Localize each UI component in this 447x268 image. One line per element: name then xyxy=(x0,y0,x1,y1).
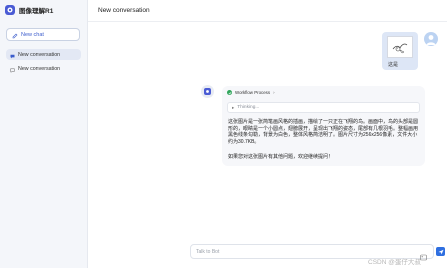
conversation-item[interactable]: New conversation xyxy=(6,63,81,74)
bot-avatar xyxy=(201,85,214,98)
conversation-label: New conversation xyxy=(18,51,61,58)
chat-bubble-icon xyxy=(10,60,15,78)
workflow-process-toggle[interactable]: Workflow Process › xyxy=(227,90,275,95)
answer-paragraph: 如果您对这张图片有其他问题，欢迎继续提问！ xyxy=(228,154,334,160)
input-placeholder: Talk to Bot xyxy=(196,248,220,255)
brand: 图像理解R1 xyxy=(5,5,53,15)
thinking-panel[interactable]: ▸ Thinking... xyxy=(227,102,420,113)
user-avatar xyxy=(424,32,438,46)
chevron-right-icon: › xyxy=(273,90,275,95)
new-chat-label: New chat xyxy=(21,31,44,38)
thinking-label: Thinking... xyxy=(237,105,260,110)
answer-paragraph: 这张图片是一张简笔画风格的插画，描绘了一只正在飞翔的鸟。画面中，鸟的头部是圆形的… xyxy=(228,119,419,145)
bot-logo-icon xyxy=(204,88,211,95)
sidebar: 图像理解R1 New chat New conversation New con… xyxy=(0,0,88,268)
uploaded-image[interactable] xyxy=(387,36,413,58)
chat-header: New conversation xyxy=(88,0,447,22)
conversation-item-active[interactable]: New conversation xyxy=(6,49,81,60)
bot-message-card: Workflow Process › ▸ Thinking... 这张图片是一张… xyxy=(222,86,425,166)
send-icon xyxy=(438,249,443,254)
image-caption: 这是 xyxy=(388,62,399,68)
user-message-image-card[interactable]: 这是 xyxy=(382,32,418,70)
bird-sketch-icon xyxy=(392,43,408,54)
edit-icon xyxy=(12,26,18,44)
workflow-label: Workflow Process xyxy=(235,90,271,95)
page-title: New conversation xyxy=(98,7,150,14)
upload-image-icon[interactable] xyxy=(420,248,427,261)
check-circle-icon xyxy=(227,90,232,95)
new-chat-button[interactable]: New chat xyxy=(6,28,80,41)
brand-logo-icon xyxy=(5,5,15,15)
expand-arrow-icon: ▸ xyxy=(232,104,235,110)
user-icon xyxy=(426,35,436,45)
watermark: CSDN @蛋仔大叔 xyxy=(368,259,421,266)
conversation-label: New conversation xyxy=(18,65,61,72)
send-button[interactable] xyxy=(436,247,445,256)
app-name: 图像理解R1 xyxy=(19,8,54,15)
